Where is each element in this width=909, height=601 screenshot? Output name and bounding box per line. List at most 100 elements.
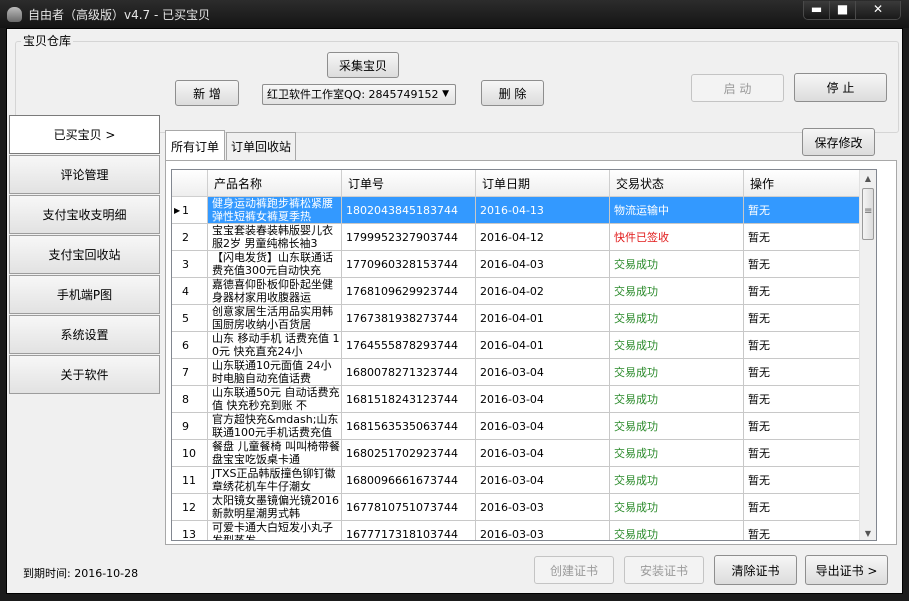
column-header-name[interactable]: 产品名称 [208,170,342,197]
add-button[interactable]: 新 增 [175,80,239,106]
table-row[interactable]: 12 太阳镜女墨镜偏光镜2016新款明星潮男式韩 1677810751073744 2… [172,494,876,521]
cell-product-name[interactable]: JTXS正品韩版撞色铆钉徽章绣花机车牛仔潮女 [208,467,342,494]
minimize-button[interactable]: ▬ [804,1,830,19]
cell-order-date[interactable]: 2016-03-04 [476,467,610,494]
cell-order-no[interactable]: 1681563535063744 [342,413,476,440]
cell-product-name[interactable]: 山东联通10元面值 24小时电脑自动充值话费 [208,359,342,386]
cell-order-date[interactable]: 2016-03-04 [476,440,610,467]
sidebar-item-about[interactable]: 关于软件 [9,355,160,394]
cell-order-no[interactable]: 1680078271323744 [342,359,476,386]
sidebar-item-alipay-details[interactable]: 支付宝收支明细 [9,195,160,234]
cell-order-no[interactable]: 1680096661673744 [342,467,476,494]
cell-order-no[interactable]: 1770960328153744 [342,251,476,278]
table-row[interactable]: 9 官方超快充&mdash;山东联通100元手机话费充值 1681563535063… [172,413,876,440]
table-row[interactable]: 2 宝宝套装春装韩版婴儿衣服2岁 男童纯棉长袖3 1799952327903744 2… [172,224,876,251]
cell-order-date[interactable]: 2016-03-03 [476,494,610,521]
maximize-button[interactable]: ■ [830,1,856,19]
cell-order-date[interactable]: 2016-04-01 [476,332,610,359]
cell-order-date[interactable]: 2016-04-03 [476,251,610,278]
sidebar-item-alipay-recycle[interactable]: 支付宝回收站 [9,235,160,274]
scroll-thumb[interactable] [862,188,874,240]
cell-order-no[interactable]: 1681518243123744 [342,386,476,413]
cell-action[interactable]: 暂无 [744,386,861,413]
row-number[interactable]: 6 [172,332,208,359]
cell-order-no[interactable]: 1680251702923744 [342,440,476,467]
table-row[interactable]: 10 餐盘 儿童餐椅 叫叫椅带餐盘宝宝吃饭桌卡通 1680251702923744 2… [172,440,876,467]
cell-order-date[interactable]: 2016-03-03 [476,521,610,540]
table-row[interactable]: 4 嘉德喜仰卧板仰卧起坐健身器材家用收腹器运 1768109629923744 201… [172,278,876,305]
grid-scrollbar[interactable]: ▲ ▼ [859,170,876,540]
cell-status[interactable]: 交易成功 [610,305,744,332]
cell-status[interactable]: 交易成功 [610,386,744,413]
cell-status[interactable]: 交易成功 [610,278,744,305]
cell-order-date[interactable]: 2016-04-02 [476,278,610,305]
cell-action[interactable]: 暂无 [744,494,861,521]
table-row[interactable]: 1健身运动裤跑步裤松紧腰弹性短裤女裤夏季热1802043845183744201… [172,197,876,224]
cell-order-date[interactable]: 2016-03-04 [476,359,610,386]
stop-button[interactable]: 停 止 [794,73,887,102]
cell-action[interactable]: 暂无 [744,467,861,494]
cell-order-date[interactable]: 2016-03-04 [476,386,610,413]
create-cert-button[interactable]: 创建证书 [534,556,614,584]
shop-select[interactable]: 红卫软件工作室QQ: 2845749152 ▼ [262,84,456,105]
cell-action[interactable]: 暂无 [744,197,861,224]
sidebar-item-settings[interactable]: 系统设置 [9,315,160,354]
sidebar-item-comments[interactable]: 评论管理 [9,155,160,194]
cell-status[interactable]: 交易成功 [610,440,744,467]
cell-order-no[interactable]: 1767381938273744 [342,305,476,332]
cell-status[interactable]: 物流运输中 [610,197,744,224]
cell-product-name[interactable]: 【闪电发货】山东联通话费充值300元自动快充 [208,251,342,278]
export-cert-button[interactable]: 导出证书 > [805,555,888,585]
row-number[interactable]: 9 [172,413,208,440]
cell-status[interactable]: 交易成功 [610,359,744,386]
collect-button[interactable]: 采集宝贝 [327,52,399,78]
cell-status[interactable]: 快件已签收 [610,224,744,251]
cell-action[interactable]: 暂无 [744,440,861,467]
cell-status[interactable]: 交易成功 [610,251,744,278]
sidebar-item-bought[interactable]: 已买宝贝 > [9,115,160,154]
cell-order-no[interactable]: 1799952327903744 [342,224,476,251]
cell-product-name[interactable]: 太阳镜女墨镜偏光镜2016新款明星潮男式韩 [208,494,342,521]
cell-action[interactable]: 暂无 [744,359,861,386]
save-button[interactable]: 保存修改 [802,128,875,156]
cell-action[interactable]: 暂无 [744,224,861,251]
sidebar-item-mobile-photo[interactable]: 手机端P图 [9,275,160,314]
cell-product-name[interactable]: 嘉德喜仰卧板仰卧起坐健身器材家用收腹器运 [208,278,342,305]
cell-status[interactable]: 交易成功 [610,521,744,540]
column-header-action[interactable]: 操作 [744,170,861,197]
cell-status[interactable]: 交易成功 [610,467,744,494]
row-number[interactable]: 4 [172,278,208,305]
start-button[interactable]: 启 动 [691,74,784,102]
cell-status[interactable]: 交易成功 [610,494,744,521]
cell-product-name[interactable]: 宝宝套装春装韩版婴儿衣服2岁 男童纯棉长袖3 [208,224,342,251]
row-number[interactable]: 11 [172,467,208,494]
row-number[interactable]: 13 [172,521,208,540]
tab-order-recycle[interactable]: 订单回收站 [226,132,296,160]
clear-cert-button[interactable]: 清除证书 [714,555,797,585]
cell-product-name[interactable]: 健身运动裤跑步裤松紧腰弹性短裤女裤夏季热 [208,197,342,224]
row-number[interactable]: 12 [172,494,208,521]
table-row[interactable]: 13 可爱卡通大白短发小丸子发型蒸发 1677717318103744 2016-03… [172,521,876,540]
install-cert-button[interactable]: 安装证书 [624,556,704,584]
row-number[interactable]: 7 [172,359,208,386]
cell-action[interactable]: 暂无 [744,251,861,278]
cell-action[interactable]: 暂无 [744,305,861,332]
table-row[interactable]: 6 山东 移动手机 话费充值 10元 快充直充24小 176455587829374… [172,332,876,359]
cell-status[interactable]: 交易成功 [610,332,744,359]
scroll-down-icon[interactable]: ▼ [860,525,876,540]
table-row[interactable]: 11 JTXS正品韩版撞色铆钉徽章绣花机车牛仔潮女 1680096661673744… [172,467,876,494]
cell-order-no[interactable]: 1802043845183744 [342,197,476,224]
row-number[interactable]: 2 [172,224,208,251]
cell-order-no[interactable]: 1764555878293744 [342,332,476,359]
cell-product-name[interactable]: 餐盘 儿童餐椅 叫叫椅带餐盘宝宝吃饭桌卡通 [208,440,342,467]
cell-order-date[interactable]: 2016-04-01 [476,305,610,332]
cell-product-name[interactable]: 官方超快充&mdash;山东联通100元手机话费充值 [208,413,342,440]
cell-action[interactable]: 暂无 [744,521,861,540]
cell-action[interactable]: 暂无 [744,332,861,359]
table-row[interactable]: 7 山东联通10元面值 24小时电脑自动充值话费 1680078271323744 2… [172,359,876,386]
cell-product-name[interactable]: 山东联通50元 自动话费充值 快充秒充到账 不 [208,386,342,413]
table-row[interactable]: 3 【闪电发货】山东联通话费充值300元自动快充 1770960328153744 2… [172,251,876,278]
cell-order-no[interactable]: 1677717318103744 [342,521,476,540]
close-button[interactable]: ✕ [856,1,900,19]
row-number[interactable]: 3 [172,251,208,278]
